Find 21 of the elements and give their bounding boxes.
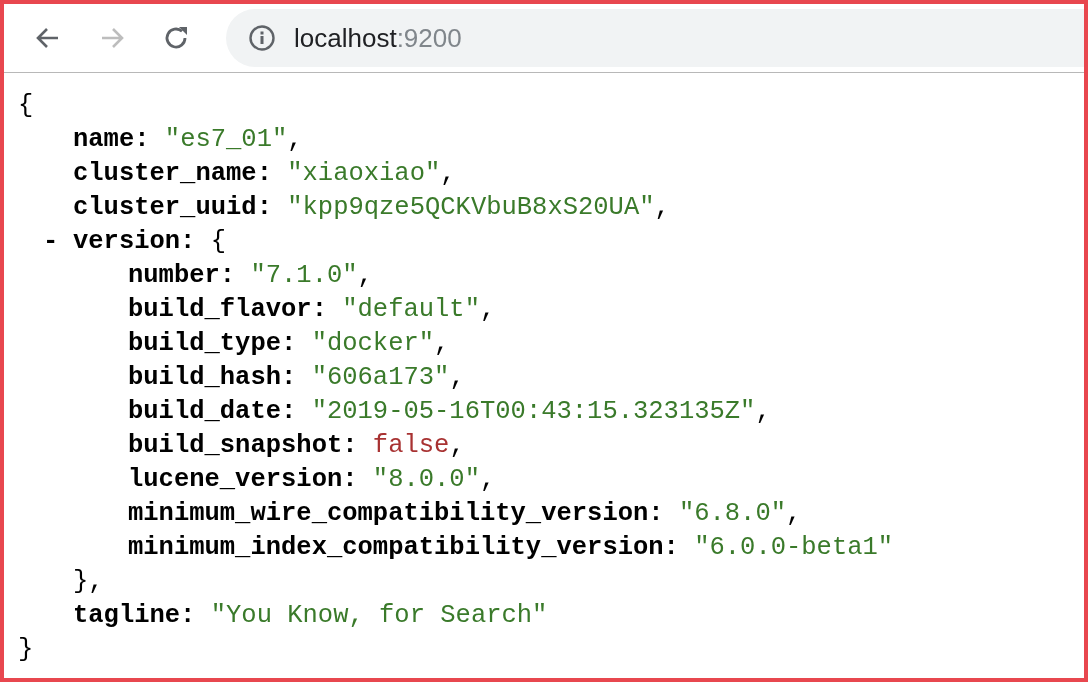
json-line: }, bbox=[73, 567, 104, 597]
json-line: build_snapshot: false, bbox=[128, 431, 465, 461]
json-line: minimum_wire_compatibility_version: "6.8.0", bbox=[128, 499, 802, 529]
json-line: build_hash: "606a173", bbox=[128, 363, 465, 393]
json-line: lucene_version: "8.0.0", bbox=[128, 465, 496, 495]
json-line: build_type: "docker", bbox=[128, 329, 450, 359]
json-line: build_date: "2019-05-16T00:43:15.323135Z", bbox=[128, 397, 771, 427]
json-line: name: "es7_01", bbox=[73, 125, 303, 155]
json-line: } bbox=[18, 635, 34, 665]
json-line: tagline: "You Know, for Search" bbox=[73, 601, 548, 631]
collapse-toggle[interactable]: - bbox=[43, 227, 59, 257]
json-line: minimum_index_compatibility_version: "6.0.0-beta1" bbox=[128, 533, 894, 563]
json-line: version: { bbox=[73, 227, 227, 257]
json-line: cluster_uuid: "kpp9qze5QCKVbuB8xS20UA", bbox=[73, 193, 670, 223]
json-line: build_flavor: "default", bbox=[128, 295, 496, 325]
json-line: cluster_name: "xiaoxiao", bbox=[73, 159, 456, 189]
json-line: { bbox=[18, 91, 34, 121]
info-icon bbox=[248, 24, 276, 52]
json-line: number: "7.1.0", bbox=[128, 261, 373, 291]
address-bar[interactable]: localhost:9200 bbox=[226, 9, 1084, 67]
url-text: localhost:9200 bbox=[294, 22, 462, 54]
